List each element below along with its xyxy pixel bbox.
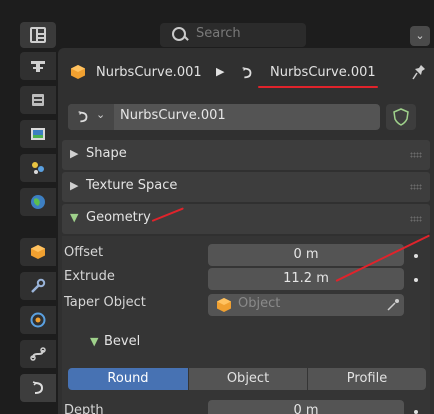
expanded-arrow-icon: ▼	[90, 335, 99, 348]
view-layer-tab[interactable]	[20, 154, 56, 182]
breadcrumb-separator: ▶	[216, 65, 225, 78]
breadcrumb: NurbsCurve.001 ▶ NurbsCurve.001	[58, 48, 434, 98]
offset-label: Offset	[64, 245, 104, 260]
shape-label: Shape	[86, 146, 127, 161]
constraints-tab[interactable]	[20, 340, 56, 368]
curve-data-icon	[32, 381, 44, 394]
taper-object-field[interactable]: Object	[208, 294, 404, 316]
chevron-down-icon: ⌄	[415, 29, 425, 42]
keyframe-dot-icon[interactable]	[414, 278, 418, 282]
bevel-profile-option[interactable]: Profile	[308, 368, 426, 390]
taper-object-label: Taper Object	[64, 295, 146, 310]
drag-grip-icon[interactable]	[410, 184, 422, 190]
view-layer-icon	[32, 162, 44, 174]
keyframe-dot-icon[interactable]	[414, 254, 418, 258]
drag-grip-icon[interactable]	[410, 216, 422, 222]
depth-label: Depth	[64, 403, 104, 414]
physics-icon	[30, 312, 46, 328]
object-icon	[31, 245, 45, 259]
scene-tab[interactable]	[20, 188, 56, 216]
output-tab[interactable]	[20, 120, 56, 148]
bevel-mode-selector: Round Object Profile	[68, 368, 426, 390]
pin-icon[interactable]	[412, 64, 426, 82]
keyframe-dot-icon[interactable]	[414, 410, 418, 414]
breadcrumb-data[interactable]: NurbsCurve.001	[270, 65, 376, 80]
options-dropdown-button[interactable]: ⌄	[410, 26, 430, 46]
physics-tab[interactable]	[20, 306, 56, 334]
search-input[interactable]: Search	[160, 23, 306, 47]
header-bar: Search ⌄	[0, 0, 434, 48]
drag-grip-icon[interactable]	[410, 152, 422, 158]
extrude-label: Extrude	[64, 269, 115, 284]
modifiers-tab[interactable]	[20, 272, 56, 300]
breadcrumb-object[interactable]: NurbsCurve.001	[96, 65, 202, 80]
chevron-down-icon: ⌄	[96, 108, 106, 121]
expanded-arrow-icon: ▼	[70, 211, 79, 224]
render-icon	[32, 94, 44, 106]
curve-data-icon	[78, 111, 88, 123]
render-tab[interactable]	[20, 86, 56, 114]
bevel-round-option[interactable]: Round	[68, 368, 188, 390]
geometry-label: Geometry	[86, 210, 151, 225]
object-tab[interactable]	[20, 238, 56, 266]
datablock-name[interactable]: NurbsCurve.001	[120, 108, 226, 123]
taper-object-placeholder: Object	[238, 296, 281, 311]
bevel-label: Bevel	[104, 334, 141, 349]
collapsed-arrow-icon: ▶	[70, 179, 79, 192]
data-tab[interactable]	[20, 374, 56, 402]
curve-data-icon	[242, 67, 252, 79]
object-icon	[71, 65, 85, 79]
shape-panel-header[interactable]: ▶ Shape	[62, 140, 430, 170]
output-icon	[31, 128, 45, 140]
browse-datablock-button[interactable]: ⌄	[68, 104, 114, 130]
world-icon	[31, 195, 45, 209]
search-icon	[172, 27, 188, 43]
properties-panel: NurbsCurve.001 ▶ NurbsCurve.001 ⌄ NurbsC…	[58, 48, 434, 414]
tool-icon	[31, 61, 45, 72]
geometry-panel-header[interactable]: ▼ Geometry	[62, 204, 430, 234]
bevel-subpanel-header[interactable]: ▼ Bevel	[62, 328, 430, 358]
texture-space-panel-header[interactable]: ▶ Texture Space	[62, 172, 430, 202]
properties-tabs	[0, 48, 58, 414]
datablock-selector[interactable]: ⌄ NurbsCurve.001	[68, 104, 380, 130]
annotation-underline	[258, 86, 378, 88]
constraint-icon	[30, 347, 46, 361]
extrude-field[interactable]: 11.2 m	[208, 268, 404, 290]
eyedropper-icon[interactable]	[386, 298, 400, 312]
editor-type-button[interactable]	[20, 22, 56, 48]
depth-field[interactable]: 0 m	[208, 400, 404, 414]
wrench-icon	[31, 278, 46, 293]
bevel-object-option[interactable]: Object	[189, 368, 307, 390]
collapsed-arrow-icon: ▶	[70, 147, 79, 160]
shield-icon	[393, 108, 409, 126]
search-placeholder: Search	[196, 26, 241, 41]
object-icon	[217, 298, 231, 312]
texture-space-label: Texture Space	[86, 178, 178, 193]
properties-editor-icon	[30, 27, 46, 43]
fake-user-button[interactable]	[386, 104, 416, 130]
tool-tab[interactable]	[20, 52, 56, 80]
